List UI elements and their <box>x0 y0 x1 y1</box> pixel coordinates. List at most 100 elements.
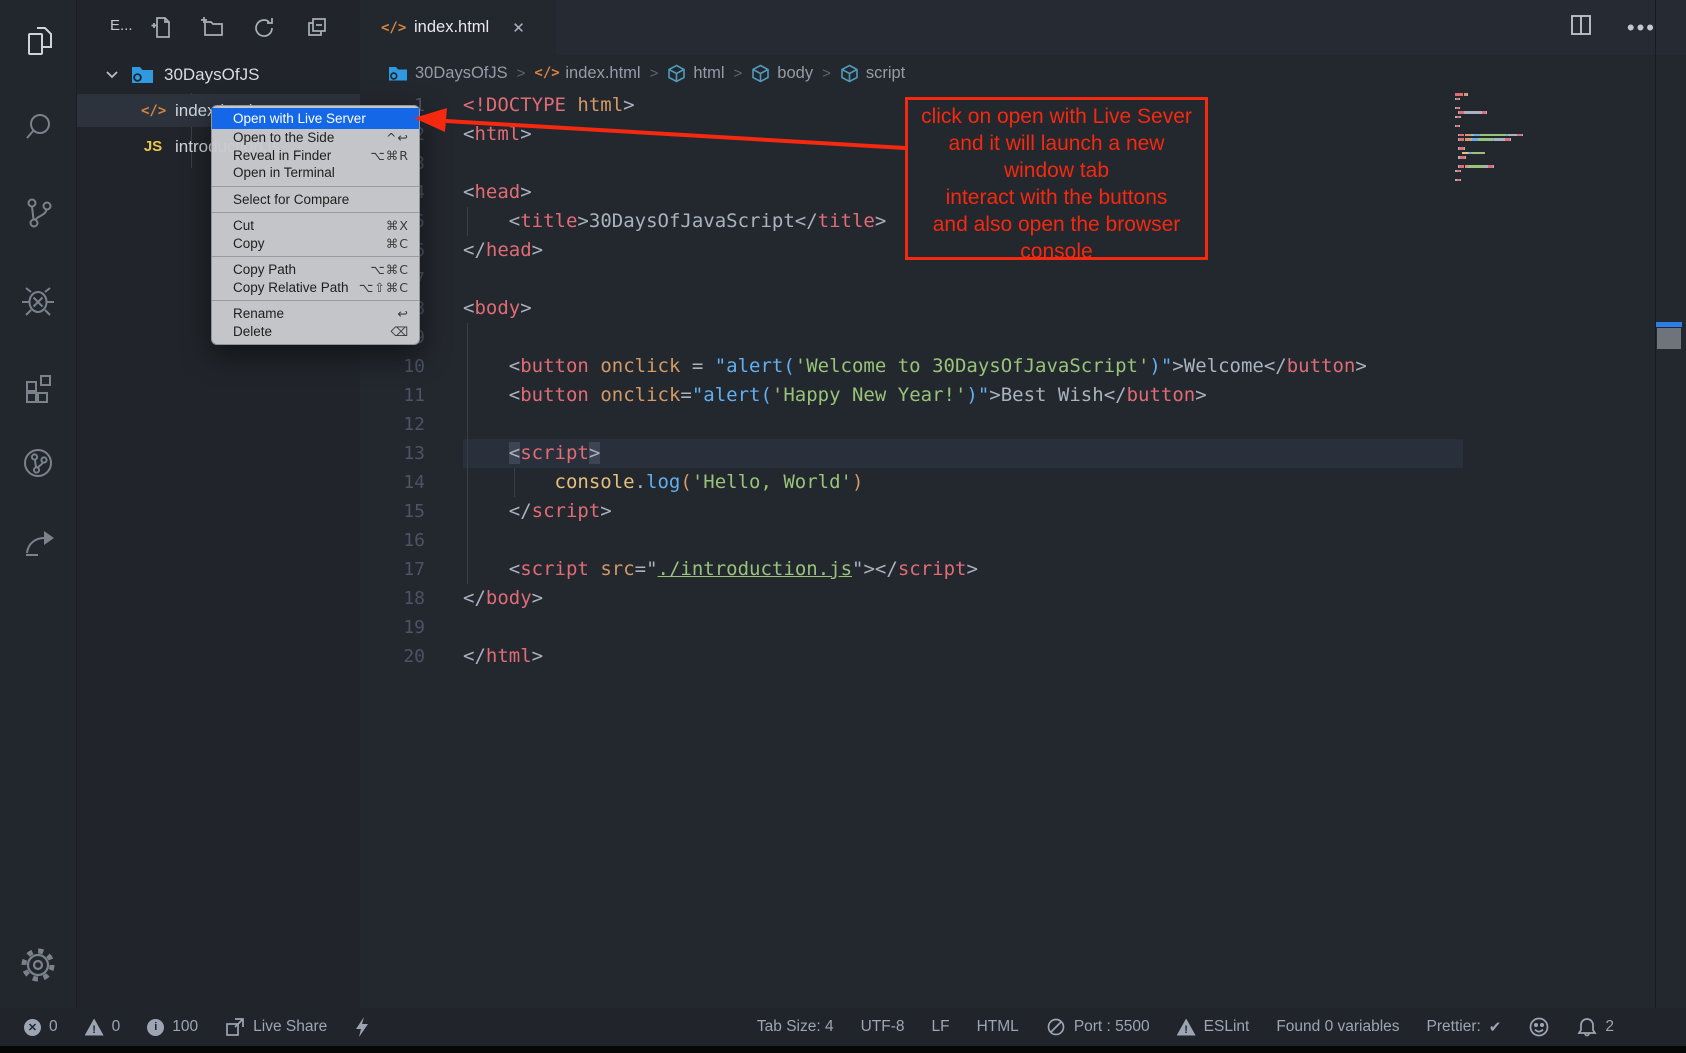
minimap[interactable] <box>1455 93 1547 188</box>
code-line-20[interactable]: 20</html> <box>360 642 1686 671</box>
menu-item-delete[interactable]: Delete⌫ <box>212 323 419 341</box>
live-share-session-icon[interactable] <box>15 440 61 486</box>
publish-feedback-icon[interactable] <box>15 518 61 564</box>
menu-separator <box>212 186 419 187</box>
minimap-line <box>1455 93 1468 96</box>
minimap-line <box>1455 138 1511 141</box>
menu-item-copy-relative-path[interactable]: Copy Relative Path⌥⇧⌘C <box>212 279 419 297</box>
status-errors-count[interactable]: ✕0 <box>24 1018 58 1036</box>
error-circle-icon: ✕ <box>24 1019 41 1036</box>
breadcrumb-item-script[interactable]: script <box>840 64 905 83</box>
code-line-18[interactable]: 18</body> <box>360 584 1686 613</box>
status-live-server-bolt[interactable] <box>354 1016 370 1038</box>
explorer-icon[interactable] <box>15 18 61 64</box>
line-number: 18 <box>360 584 425 613</box>
html-file-icon: </> <box>381 20 405 36</box>
tree-root-folder[interactable]: 30DaysOfJS <box>77 58 360 91</box>
minimap-line <box>1455 152 1485 155</box>
minimap-line <box>1455 179 1461 182</box>
close-tab-icon[interactable]: ✕ <box>512 19 525 37</box>
minimap-line <box>1455 156 1466 159</box>
breadcrumb-item-index.html[interactable]: </>index.html <box>534 64 640 83</box>
status-warnings-count[interactable]: !0 <box>85 1018 121 1036</box>
menu-item-open-with-live-server[interactable]: Open with Live Server <box>212 108 419 129</box>
tab-index-html[interactable]: </> index.html ✕ <box>360 0 556 55</box>
code-line-9[interactable]: 9 <box>360 323 1686 352</box>
minimap-line <box>1455 165 1494 168</box>
code-line-11[interactable]: 11 <button onclick="alert('Happy New Yea… <box>360 381 1686 410</box>
status-bar: ✕0 !0 i100 Live Share Tab Size: 4 UTF-8 LF HTM… <box>0 1008 1686 1046</box>
breadcrumb-separator: > <box>650 65 659 82</box>
breadcrumb-item-body[interactable]: body <box>751 64 813 83</box>
minimap-line <box>1455 134 1523 137</box>
refresh-icon[interactable] <box>251 14 277 40</box>
extensions-icon[interactable] <box>15 363 61 409</box>
split-editor-icon[interactable] <box>1569 13 1593 42</box>
status-eol[interactable]: LF <box>932 1018 950 1036</box>
status-feedback-smiley[interactable] <box>1528 1016 1550 1038</box>
folder-icon <box>388 65 408 82</box>
minimap-line <box>1455 111 1487 114</box>
code-line-16[interactable]: 16 <box>360 526 1686 555</box>
minimap-line <box>1455 98 1460 101</box>
menu-item-select-for-compare[interactable]: Select for Compare <box>212 191 419 209</box>
menu-item-reveal-in-finder[interactable]: Reveal in Finder⌥⌘R <box>212 147 419 165</box>
code-line-10[interactable]: 10 <button onclick = "alert('Welcome to … <box>360 352 1686 381</box>
overview-ruler-border <box>1655 0 1656 1008</box>
status-language-mode[interactable]: HTML <box>977 1018 1019 1036</box>
code-line-7[interactable]: 7 <box>360 265 1686 294</box>
symbol-icon <box>667 64 686 83</box>
status-eslint[interactable]: !ESLint <box>1177 1018 1250 1036</box>
code-line-12[interactable]: 12 <box>360 410 1686 439</box>
code-line-13[interactable]: 13 <script> <box>360 439 1686 468</box>
status-info-count[interactable]: i100 <box>147 1018 198 1036</box>
status-prettier[interactable]: Prettier:✔ <box>1427 1018 1502 1036</box>
menu-item-open-to-the-side[interactable]: Open to the Side^↩ <box>212 129 419 147</box>
line-number: 15 <box>360 497 425 526</box>
warning-triangle-icon: ! <box>1177 1019 1196 1036</box>
code-line-8[interactable]: 8<body> <box>360 294 1686 323</box>
more-actions-icon[interactable]: ••• <box>1627 15 1656 41</box>
new-file-icon[interactable] <box>149 14 175 40</box>
code-line-17[interactable]: 17 <script src="./introduction.js"></scr… <box>360 555 1686 584</box>
breadcrumb-item-30DaysOfJS[interactable]: 30DaysOfJS <box>388 64 508 83</box>
annotation-text: interact with the buttons <box>908 184 1205 211</box>
menu-item-cut[interactable]: Cut⌘X <box>212 217 419 235</box>
status-encoding[interactable]: UTF-8 <box>861 1018 905 1036</box>
line-number: 12 <box>360 410 425 439</box>
info-circle-icon: i <box>147 1019 164 1036</box>
annotation-text: window tab <box>908 157 1205 184</box>
menu-item-copy[interactable]: Copy⌘C <box>212 235 419 253</box>
code-line-19[interactable]: 19 <box>360 613 1686 642</box>
status-tab-size[interactable]: Tab Size: 4 <box>757 1018 834 1036</box>
new-folder-icon[interactable] <box>200 14 226 40</box>
line-number: 17 <box>360 555 425 584</box>
annotation-text: click on open with Live Sever <box>908 103 1205 130</box>
run-debug-icon[interactable] <box>15 277 61 323</box>
line-number: 16 <box>360 526 425 555</box>
explorer-title: E... <box>110 17 133 34</box>
html-file-icon: </> <box>141 103 165 119</box>
lightning-icon <box>354 1016 370 1038</box>
breadcrumb-item-html[interactable]: html <box>667 64 724 83</box>
status-notifications[interactable]: 2 <box>1577 1016 1614 1038</box>
line-number: 11 <box>360 381 425 410</box>
menu-item-copy-path[interactable]: Copy Path⌥⌘C <box>212 261 419 279</box>
status-found-variables[interactable]: Found 0 variables <box>1276 1018 1399 1036</box>
folder-icon <box>131 65 154 84</box>
scrollbar-thumb[interactable] <box>1657 328 1681 349</box>
status-live-server-port[interactable]: Port : 5500 <box>1046 1017 1150 1037</box>
menu-item-open-in-terminal[interactable]: Open in Terminal <box>212 164 419 182</box>
search-icon[interactable] <box>15 104 61 150</box>
code-line-15[interactable]: 15 </script> <box>360 497 1686 526</box>
breadcrumb-separator: > <box>734 65 743 82</box>
chevron-down-icon <box>103 66 121 84</box>
explorer-header: E... <box>77 12 360 42</box>
source-control-icon[interactable] <box>15 190 61 236</box>
settings-gear-icon[interactable] <box>15 942 61 988</box>
status-live-share[interactable]: Live Share <box>225 1017 327 1037</box>
menu-separator <box>212 212 419 213</box>
menu-item-rename[interactable]: Rename↩ <box>212 305 419 323</box>
collapse-folders-icon[interactable] <box>303 14 329 40</box>
code-line-14[interactable]: 14 console.log('Hello, World') <box>360 468 1686 497</box>
